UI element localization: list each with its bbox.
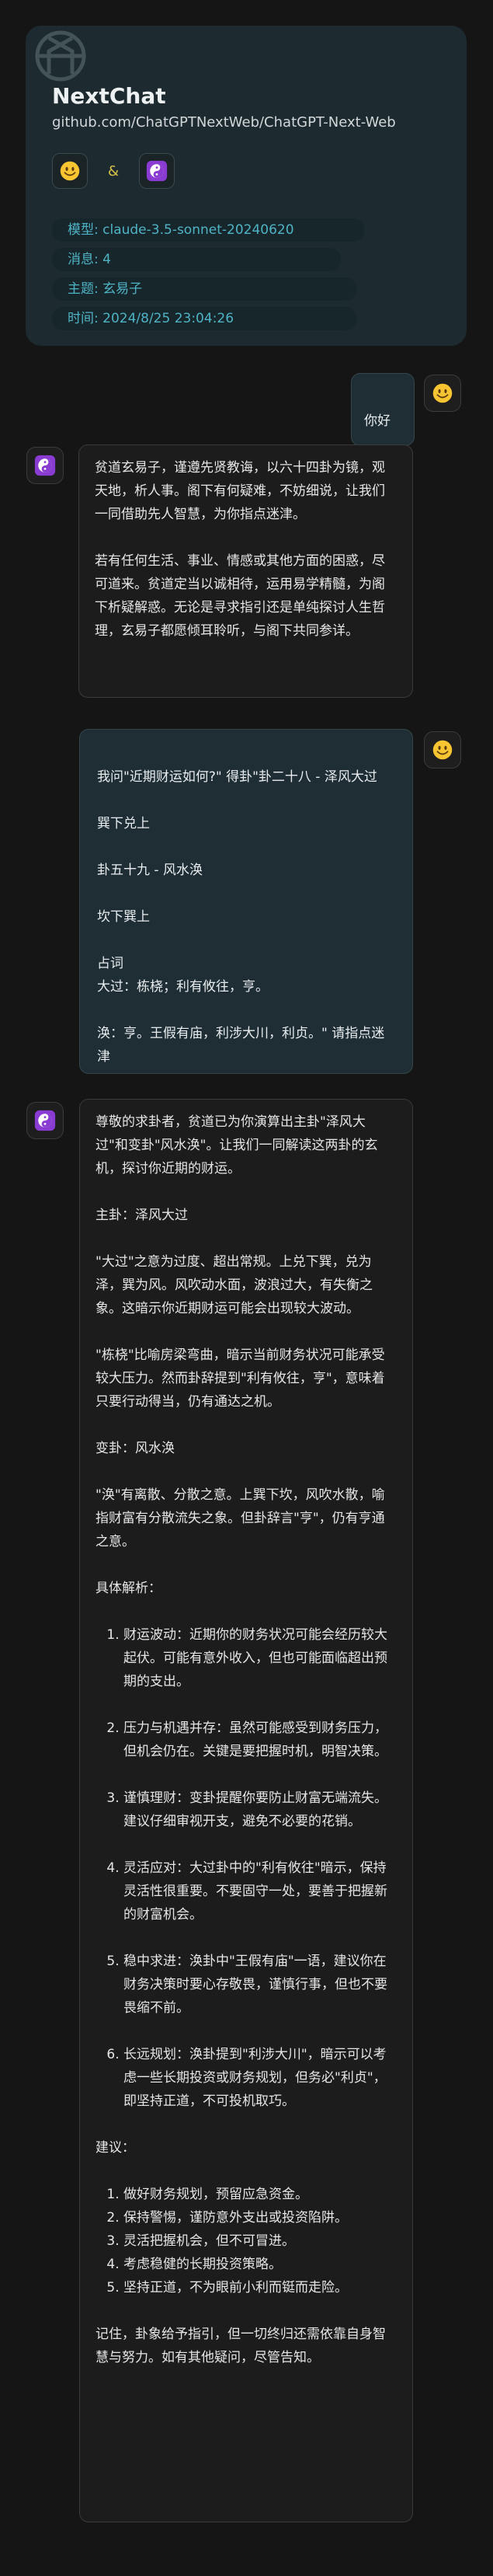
header-card: NextChat github.com/ChatGPTNextWeb/ChatG…	[26, 26, 467, 346]
bot-message-bubble: 尊敬的求卦者，贫道已为你演算出主卦"泽风大过"和变卦"风水涣"。让我们一同解读这…	[79, 1099, 413, 2522]
smiley-emoji-icon	[432, 739, 453, 761]
message-paragraph: 记住，卦象给予指引，但一切终归还需依靠自身智慧与努力。如有其他疑问，尽管告知。	[95, 2327, 386, 2365]
user-avatar-chip	[424, 731, 461, 769]
message-text: 你好	[364, 413, 391, 429]
message-paragraph: "大过"之意为过度、超出常规。上兑下巽，兑为泽，巽为风。风吹动水面，波浪过大，有…	[95, 1254, 373, 1316]
smiley-emoji-icon	[59, 160, 81, 182]
list-item: 长远规划：涣卦提到"利涉大川"，暗示可以考虑一些长期投资或财务规划，但务必"利贞…	[123, 2043, 397, 2113]
ampersand: &	[108, 162, 120, 180]
user-message-bubble: 你好	[351, 373, 415, 446]
list-item: 做好财务规划，预留应急资金。	[123, 2183, 397, 2206]
list-item: 保持警惕，谨防意外支出或投资陷阱。	[123, 2206, 397, 2229]
yin-yang-icon	[34, 1110, 56, 1131]
meta-message-count: 消息: 4	[52, 248, 341, 271]
message-text: 我问"近期财运如何?" 得卦"卦二十八 - 泽风大过 巽下兑上 卦五十九 - 风…	[97, 769, 385, 1065]
message-paragraph: "涣"有离散、分散之意。上巽下坎，风吹水散，喻指财富有分散流失之象。但卦辞言"亨…	[95, 1487, 385, 1549]
yin-yang-icon	[146, 160, 168, 182]
analysis-list: 财运波动：近期你的财务状况可能会经历较大起伏。可能有意外收入，但也可能面临超出预…	[95, 1623, 397, 2113]
participants-row: &	[52, 153, 175, 189]
meta-model: 模型: claude-3.5-sonnet-20240620	[52, 218, 364, 242]
list-item: 稳中求进：涣卦中"王假有庙"一语，建议你在财务决策时要心存敬畏，谨慎行事，但也不…	[123, 1950, 397, 2020]
yin-yang-icon	[34, 455, 56, 476]
message-paragraph: 若有任何生活、事业、情感或其他方面的困惑，尽可道来。贫道定当以诚相待，运用易学精…	[95, 553, 385, 639]
section-label: 主卦：泽风大过	[95, 1208, 188, 1223]
message-paragraph: "栋桡"比喻房梁弯曲，暗示当前财务状况可能承受较大压力。然而卦辞提到"利有攸往，…	[95, 1347, 385, 1410]
section-label: 变卦：风水涣	[95, 1441, 175, 1456]
list-item: 灵活把握机会，但不可冒进。	[123, 2229, 397, 2253]
smiley-emoji-icon	[432, 382, 453, 404]
list-item: 灵活应对：大过卦中的"利有攸往"暗示，保持灵活性很重要。不要固守一处，要善于把握…	[123, 1856, 397, 1926]
user-message-bubble: 我问"近期财运如何?" 得卦"卦二十八 - 泽风大过 巽下兑上 卦五十九 - 风…	[79, 729, 413, 1074]
bot-avatar	[139, 153, 175, 189]
message-paragraph: 尊敬的求卦者，贫道已为你演算出主卦"泽风大过"和变卦"风水涣"。让我们一同解读这…	[95, 1114, 378, 1176]
section-label: 建议：	[95, 2140, 135, 2156]
list-item: 压力与机遇并存：虽然可能感受到财务压力，但机会仍在。关键是要把握时机，明智决策。	[123, 1717, 397, 1763]
list-item: 考虑稳健的长期投资策略。	[123, 2253, 397, 2276]
list-item: 财运波动：近期你的财务状况可能会经历较大起伏。可能有意外收入，但也可能面临超出预…	[123, 1623, 397, 1693]
list-item: 坚持正道，不为眼前小利而铤而走险。	[123, 2276, 397, 2299]
list-item: 谨慎理财：变卦提醒你要防止财富无端流失。建议仔细审视开支，避免不必要的花销。	[123, 1786, 397, 1833]
meta-theme: 主题: 玄易子	[52, 277, 356, 301]
app-title: NextChat	[52, 83, 166, 109]
message-paragraph: 贫道玄易子，谨遵先贤教诲，以六十四卦为镜，观天地，析人事。阁下有何疑难，不妨细说…	[95, 460, 385, 522]
section-label: 具体解析：	[95, 1581, 161, 1596]
bot-message-bubble: 贫道玄易子，谨遵先贤教诲，以六十四卦为镜，观天地，析人事。阁下有何疑难，不妨细说…	[78, 444, 413, 698]
meta-time: 时间: 2024/8/25 23:04:26	[52, 307, 356, 330]
advice-list: 做好财务规划，预留应急资金。 保持警惕，谨防意外支出或投资陷阱。 灵活把握机会，…	[95, 2183, 397, 2299]
bot-avatar-chip	[26, 1102, 64, 1139]
chat-share-page: NextChat github.com/ChatGPTNextWeb/ChatG…	[0, 0, 493, 2576]
repo-link[interactable]: github.com/ChatGPTNextWeb/ChatGPT-Next-W…	[52, 114, 396, 131]
openai-logo-icon	[35, 30, 86, 82]
user-avatar-chip	[424, 375, 461, 412]
chat-meta-list: 模型: claude-3.5-sonnet-20240620 消息: 4 主题:…	[52, 218, 364, 336]
bot-avatar-chip	[26, 447, 64, 484]
user-avatar	[52, 153, 88, 189]
